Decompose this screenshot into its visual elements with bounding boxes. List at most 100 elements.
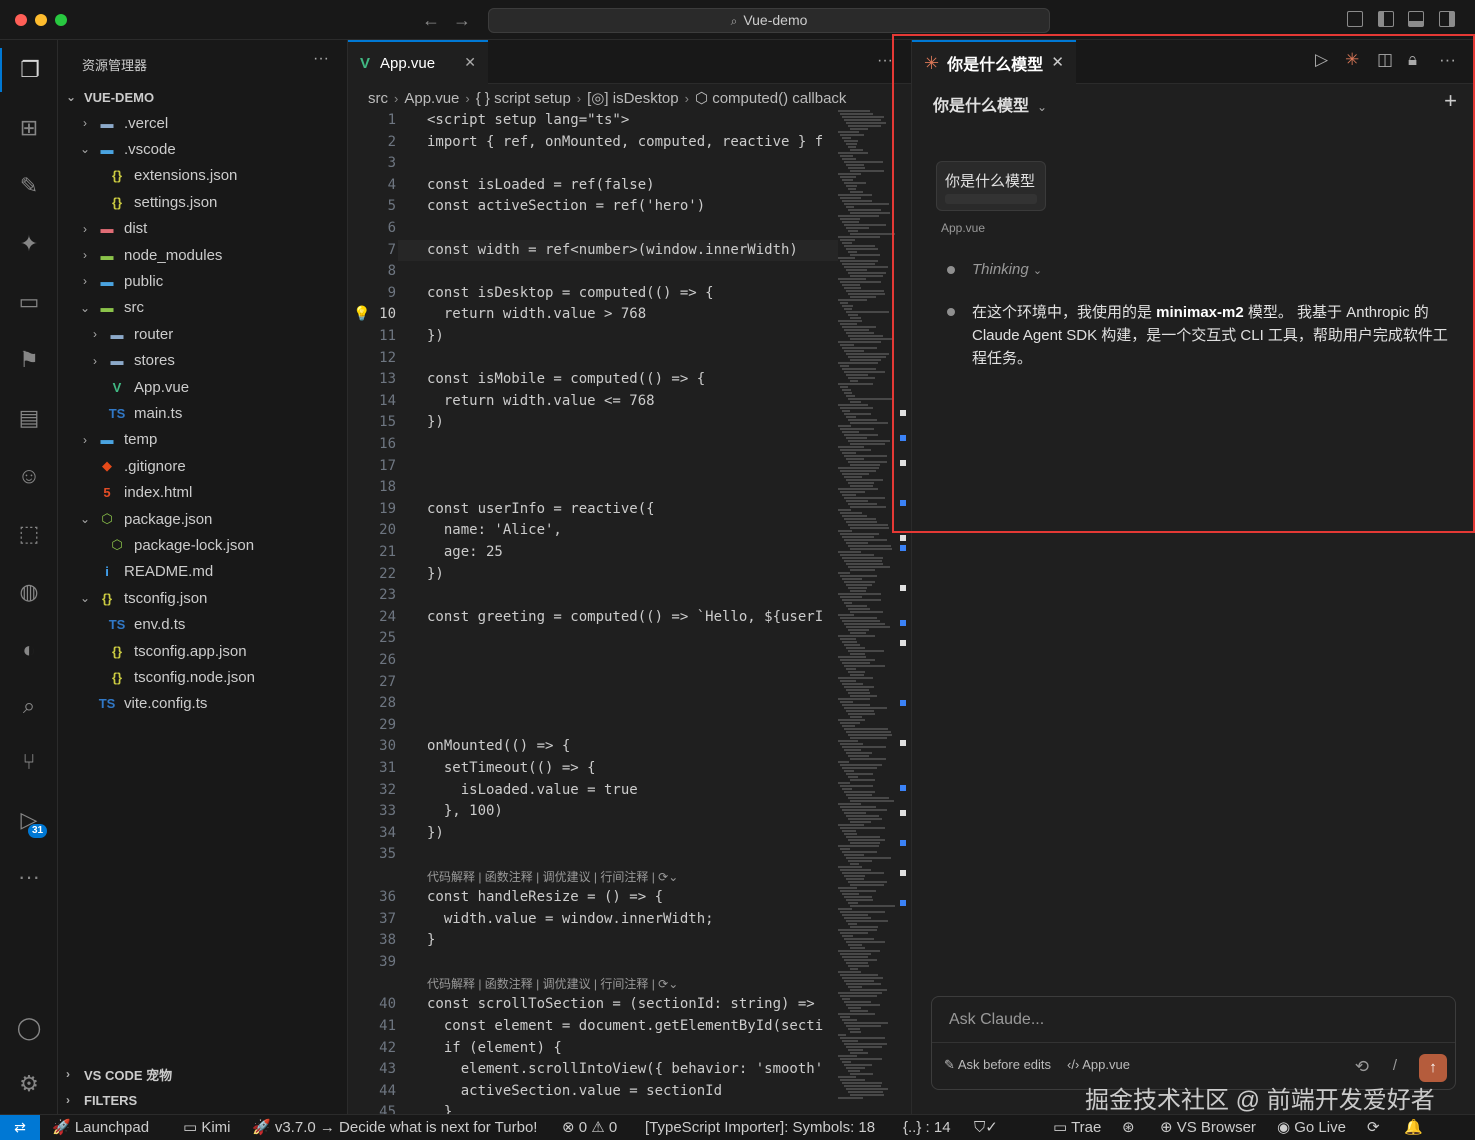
close-window-button[interactable] — [15, 14, 27, 26]
lightbulb-icon[interactable]: 💡 — [353, 304, 370, 325]
tree-item[interactable]: {} settings.json — [58, 189, 348, 215]
send-button[interactable]: ↑ — [1419, 1054, 1447, 1082]
tree-item[interactable]: ⌄ ⬡ package.json — [58, 506, 348, 532]
tree-item[interactable]: V App.vue — [58, 374, 348, 400]
search-icon[interactable]: ⌕ — [0, 684, 58, 728]
run-icon[interactable]: ▷ — [1315, 50, 1328, 70]
file-type-icon: ⬡ — [111, 537, 123, 553]
tree-item[interactable]: › ▬ public — [58, 268, 348, 294]
tree-item[interactable]: ⬡ package-lock.json — [58, 532, 348, 558]
tree-item[interactable]: › ▬ node_modules — [58, 242, 348, 268]
status-item[interactable]: 🚀 Launchpad — [52, 1115, 149, 1140]
vscode-pets-section[interactable]: › VS CODE 宠物 — [58, 1062, 348, 1086]
close-icon[interactable]: ✕ — [464, 54, 476, 71]
tree-item[interactable]: TS env.d.ts — [58, 612, 348, 638]
status-item[interactable]: ▭ Kimi — [183, 1115, 231, 1140]
breadcrumb-item[interactable]: { } script setup — [476, 90, 571, 107]
status-item[interactable]: {..} : 14 — [903, 1115, 951, 1140]
tree-item[interactable]: ⌄ ▬ .vscode — [58, 136, 348, 162]
code-editor[interactable]: 1 <script setup lang="ts"> 2 import { ref, … — [348, 110, 838, 1114]
status-item-right[interactable]: ⊛ — [1122, 1115, 1135, 1140]
settings-icon[interactable]: ⚙ — [0, 1062, 58, 1106]
tree-item[interactable]: {} extensions.json — [58, 163, 348, 189]
code-line: 39 — [348, 952, 838, 973]
python-icon[interactable]: ◍ — [0, 570, 58, 614]
split-editor-icon[interactable]: ◫ — [1377, 50, 1393, 70]
explorer-icon[interactable]: ❐ — [0, 48, 58, 92]
more-icon[interactable]: ··· — [1439, 50, 1456, 70]
history-icon[interactable]: ⟲ — [1355, 1057, 1369, 1077]
status-item-right[interactable]: ▭ Trae — [1053, 1115, 1101, 1140]
tree-item[interactable]: ⌄ ▬ src — [58, 295, 348, 321]
code-lens-actions[interactable]: 代码解释 | 函数注释 | 调优建议 | 行间注释 | ⟳⌄ — [427, 868, 678, 888]
notebook-icon[interactable]: ▤ — [0, 396, 58, 440]
status-item-right[interactable]: ◉ Go Live — [1277, 1115, 1346, 1140]
tree-item[interactable]: TS main.ts — [58, 400, 348, 426]
conversation-title[interactable]: 你是什么模型 ⌄ — [933, 92, 1047, 116]
tree-item[interactable]: › ▬ stores — [58, 348, 348, 374]
tree-item[interactable]: ⌄ {} tsconfig.json — [58, 585, 348, 611]
status-item[interactable]: 🚀 v3.7.0 → Decide what is next for Turbo… — [252, 1115, 537, 1140]
command-center[interactable]: ⌕ Vue-demo — [488, 8, 1050, 33]
tree-item[interactable]: › ▬ router — [58, 321, 348, 347]
explorer-more-icon[interactable]: ··· — [313, 50, 329, 68]
tree-item[interactable]: › ▬ dist — [58, 216, 348, 242]
more-icon[interactable]: ··· — [0, 855, 58, 899]
lock-icon[interactable]: 🔒︎ — [1408, 50, 1417, 70]
minimize-window-button[interactable] — [35, 14, 47, 26]
tab-claude-chat[interactable]: ✳ 你是什么模型 ✕ — [912, 40, 1076, 84]
back-arrow-icon[interactable]: ← — [422, 10, 440, 31]
tree-item[interactable]: TS vite.config.ts — [58, 691, 348, 717]
thinking-toggle[interactable]: Thinking ⌄ — [972, 261, 1042, 278]
forward-arrow-icon[interactable]: → — [453, 10, 471, 31]
copilot-icon[interactable]: ☺ — [0, 454, 58, 498]
remote-indicator[interactable]: ⇄ — [0, 1115, 40, 1140]
status-item-right[interactable]: ⟳ — [1367, 1115, 1380, 1140]
github-icon[interactable]: ◐ — [0, 628, 58, 672]
context-file-button[interactable]: ‹/› App.vue — [1067, 1057, 1130, 1073]
breadcrumb-item[interactable]: src — [368, 90, 388, 107]
bookmark-icon[interactable]: ⚑ — [0, 338, 58, 382]
workspace-root[interactable]: ⌄ VUE-DEMO — [58, 84, 348, 110]
customize-layout-icon[interactable] — [1347, 11, 1363, 27]
status-item[interactable]: ⛉✓ — [974, 1115, 998, 1140]
minimap-line — [848, 419, 877, 421]
close-icon[interactable]: ✕ — [1051, 53, 1064, 71]
source-control-icon[interactable]: ⑂ — [0, 740, 58, 784]
tree-item[interactable]: › ▬ .vercel — [58, 110, 348, 136]
tab-app-vue[interactable]: V App.vue ✕ — [348, 40, 488, 84]
account-icon[interactable]: ◯ — [0, 1006, 58, 1050]
status-item[interactable]: ⊗ 0 ⚠ 0 — [562, 1115, 617, 1140]
sparkle-icon[interactable]: ✦ — [0, 222, 58, 266]
extensions-icon[interactable]: ⊞ — [0, 106, 58, 150]
tree-item[interactable]: i README.md — [58, 559, 348, 585]
code-lens-actions[interactable]: 代码解释 | 函数注释 | 调优建议 | 行间注释 | ⟳⌄ — [427, 975, 678, 995]
tree-item[interactable]: 5 index.html — [58, 480, 348, 506]
tree-item[interactable]: ◆ .gitignore — [58, 453, 348, 479]
tree-item[interactable]: › ▬ temp — [58, 427, 348, 453]
minimap[interactable] — [838, 110, 898, 1114]
filters-section[interactable]: › FILTERS — [58, 1088, 348, 1112]
claude-icon[interactable]: ✳ — [1345, 50, 1359, 70]
slash-command-button[interactable]: / — [1393, 1057, 1397, 1074]
toggle-sidebar-icon[interactable] — [1378, 11, 1394, 27]
breadcrumb-item[interactable]: App.vue — [404, 90, 459, 107]
paint-icon[interactable]: ✎ — [0, 164, 58, 208]
toggle-panel-icon[interactable] — [1408, 11, 1424, 27]
status-item-right[interactable]: 🔔 — [1404, 1115, 1423, 1140]
zoom-window-button[interactable] — [55, 14, 67, 26]
ask-claude-input[interactable] — [932, 997, 1455, 1043]
status-item[interactable]: [TypeScript Importer]: Symbols: 18 — [645, 1115, 875, 1140]
edit-mode-button[interactable]: ✎ Ask before edits — [944, 1057, 1051, 1073]
tree-item[interactable]: {} tsconfig.app.json — [58, 638, 348, 664]
container-icon[interactable]: ⬚ — [0, 512, 58, 556]
status-item-right[interactable]: ⊕ VS Browser — [1160, 1115, 1256, 1140]
toggle-secondary-sidebar-icon[interactable] — [1439, 11, 1455, 27]
new-chat-button[interactable]: + — [1444, 88, 1457, 114]
breadcrumb-item[interactable]: ⬡ computed() callback — [695, 89, 847, 107]
breadcrumb-item[interactable]: [◎] isDesktop — [587, 89, 678, 107]
remote-icon[interactable]: ▭ — [0, 280, 58, 324]
editor-more-icon[interactable]: ··· — [877, 52, 893, 70]
run-debug-icon[interactable]: ▷ 31 — [0, 798, 58, 842]
tree-item[interactable]: {} tsconfig.node.json — [58, 664, 348, 690]
